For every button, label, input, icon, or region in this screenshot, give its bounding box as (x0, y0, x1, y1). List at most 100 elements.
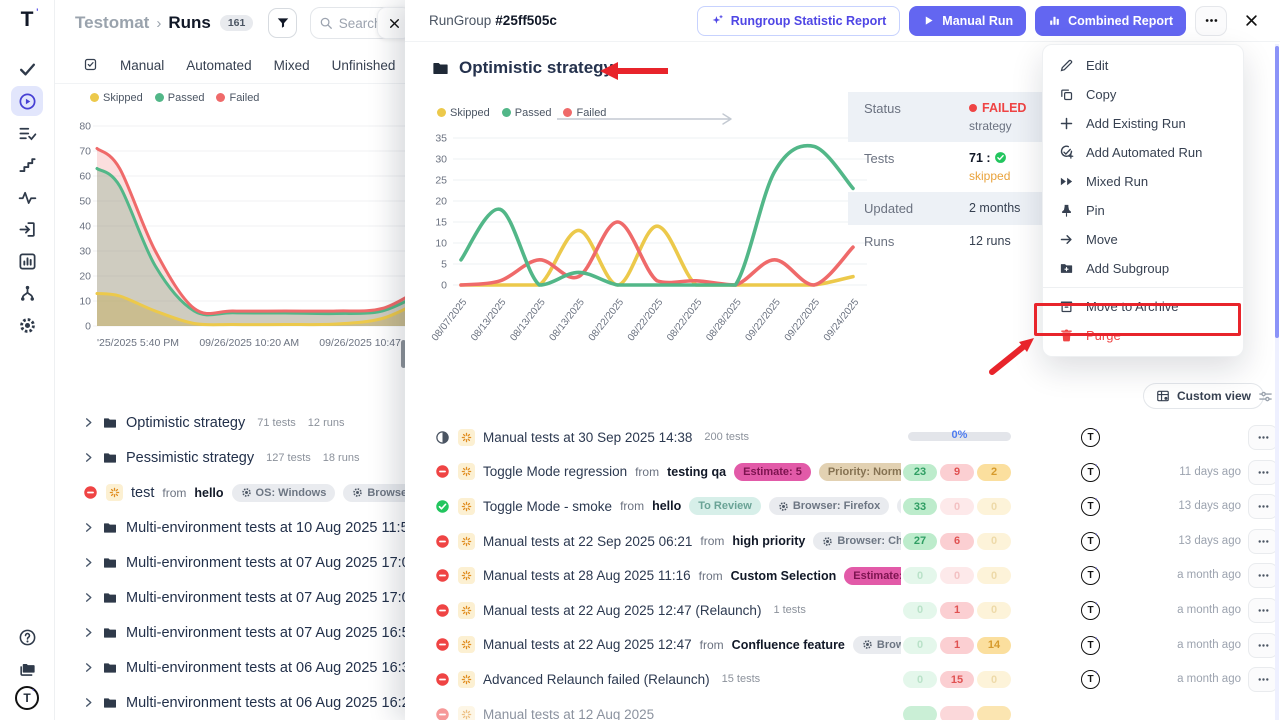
analytics-nav-icon[interactable] (11, 182, 43, 212)
run-actions-button[interactable] (1248, 563, 1278, 588)
chevron-right-icon[interactable] (83, 592, 94, 603)
modal-scrollbar-thumb[interactable] (1275, 46, 1279, 338)
chevron-right-icon[interactable] (83, 522, 94, 533)
group-label[interactable]: Pessimistic strategy (126, 450, 254, 466)
run-row-partial[interactable]: Manual tests at 12 Aug 2025 (405, 697, 1280, 720)
menu-item-add-subgroup[interactable]: Add Subgroup (1043, 254, 1243, 283)
projects-folders-icon[interactable] (11, 654, 43, 684)
run-actions-button[interactable] (1248, 494, 1278, 519)
tab-mixed[interactable]: Mixed (274, 58, 310, 73)
run-title[interactable]: Manual tests at 22 Aug 2025 12:47 (483, 637, 692, 652)
plans-nav-icon[interactable] (11, 118, 43, 148)
tree-row-multienv[interactable]: Multi-environment tests at 07 Aug 2025 1… (55, 545, 405, 580)
svg-text:10: 10 (79, 296, 91, 308)
menu-item-add-automated-run[interactable]: Add Automated Run (1043, 138, 1243, 167)
sparkle-icon (711, 14, 724, 27)
group-label[interactable]: Multi-environment tests at 06 Aug 2025 1… (126, 660, 405, 676)
custom-view-button[interactable]: Custom view (1143, 383, 1264, 409)
tree-row-multienv[interactable]: Multi-environment tests at 10 Aug 2025 1… (55, 510, 405, 545)
run-row[interactable]: Manual tests at 30 Sep 2025 14:38 200 te… (405, 420, 1280, 455)
to-review-badge: To Review (689, 497, 761, 515)
chevron-right-icon[interactable] (83, 662, 94, 673)
tests-nav-icon[interactable] (11, 54, 43, 84)
milestones-nav-icon[interactable] (11, 150, 43, 180)
gear-icon (822, 536, 833, 547)
run-row[interactable]: Manual tests at 22 Aug 2025 12:47 (Relau… (405, 593, 1280, 628)
run-title[interactable]: Manual tests at 30 Sep 2025 14:38 (483, 430, 692, 445)
run-actions-button[interactable] (1248, 460, 1278, 485)
menu-item-purge[interactable]: Purge (1043, 321, 1243, 350)
run-title[interactable]: Manual tests at 28 Aug 2025 11:16 (483, 568, 691, 583)
chevron-right-icon[interactable] (83, 557, 94, 568)
menu-item-pin[interactable]: Pin (1043, 196, 1243, 225)
menu-item-copy[interactable]: Copy (1043, 80, 1243, 109)
in-progress-status-icon (435, 430, 450, 445)
filter-button[interactable] (268, 8, 296, 38)
close-search-button[interactable] (377, 7, 405, 39)
run-row[interactable]: Manual tests at 22 Aug 2025 12:47 from C… (405, 628, 1280, 663)
background-chart-legend: Skipped Passed Failed (90, 92, 259, 104)
chevron-right-icon[interactable] (83, 452, 94, 463)
tab-automated[interactable]: Automated (186, 58, 251, 73)
tree-row-multienv[interactable]: Multi-environment tests at 07 Aug 2025 1… (55, 580, 405, 615)
run-actions-button[interactable] (1248, 529, 1278, 554)
menu-item-move[interactable]: Move (1043, 225, 1243, 254)
menu-item-add-existing-run[interactable]: Add Existing Run (1043, 109, 1243, 138)
run-row[interactable]: Toggle Mode - smoke from hello To Review… (405, 489, 1280, 524)
import-nav-icon[interactable] (11, 214, 43, 244)
run-actions-button[interactable] (1248, 598, 1278, 623)
run-label[interactable]: test (131, 485, 154, 501)
run-row[interactable]: Manual tests at 28 Aug 2025 11:16 from C… (405, 558, 1280, 593)
chevron-right-icon[interactable] (83, 417, 94, 428)
branches-nav-icon[interactable] (11, 278, 43, 308)
run-actions-button[interactable] (1248, 633, 1278, 658)
run-row[interactable]: Manual tests at 22 Sep 2025 06:21 from h… (405, 524, 1280, 559)
result-counts: 0150 (903, 671, 1011, 688)
help-icon[interactable] (11, 622, 43, 652)
rungroup-statistic-report-button[interactable]: Rungroup Statistic Report (697, 6, 901, 36)
run-title[interactable]: Manual tests at 22 Aug 2025 12:47 (Relau… (483, 603, 761, 618)
view-settings-sliders-icon[interactable] (1258, 389, 1273, 404)
group-label[interactable]: Multi-environment tests at 10 Aug 2025 1… (126, 520, 405, 536)
breadcrumb-app[interactable]: Testomat (75, 13, 149, 33)
tree-row-test[interactable]: test from hello OS: Windows Browser: Chr… (55, 475, 405, 510)
close-panel-button[interactable] (1236, 6, 1266, 36)
run-actions-button[interactable] (1248, 425, 1278, 450)
combined-report-button[interactable]: Combined Report (1035, 6, 1186, 36)
group-label[interactable]: Optimistic strategy (126, 415, 245, 431)
tree-row-optimistic[interactable]: Optimistic strategy 71 tests 12 runs (55, 405, 405, 440)
breadcrumb-separator: › (156, 15, 161, 32)
group-label[interactable]: Multi-environment tests at 07 Aug 2025 1… (126, 590, 405, 606)
tree-row-pessimistic[interactable]: Pessimistic strategy 127 tests 18 runs (55, 440, 405, 475)
project-logo-badge[interactable]: T' (15, 686, 39, 710)
group-label[interactable]: Multi-environment tests at 06 Aug 2025 1… (126, 695, 405, 711)
menu-item-edit[interactable]: Edit (1043, 51, 1243, 80)
menu-item-mixed-run[interactable]: Mixed Run (1043, 167, 1243, 196)
tree-row-multienv[interactable]: Multi-environment tests at 06 Aug 2025 1… (55, 685, 405, 720)
run-row[interactable]: Advanced Relaunch failed (Relaunch) 15 t… (405, 662, 1280, 697)
app-logo[interactable]: T' (21, 8, 34, 32)
run-title[interactable]: Toggle Mode regression (483, 464, 627, 479)
run-title[interactable]: Toggle Mode - smoke (483, 499, 612, 514)
tree-row-multienv[interactable]: Multi-environment tests at 07 Aug 2025 1… (55, 615, 405, 650)
settings-gear-icon[interactable] (11, 310, 43, 340)
chevron-right-icon[interactable] (83, 627, 94, 638)
group-label[interactable]: Multi-environment tests at 07 Aug 2025 1… (126, 555, 405, 571)
tree-row-multienv[interactable]: Multi-environment tests at 06 Aug 2025 1… (55, 650, 405, 685)
chevron-right-icon[interactable] (83, 697, 94, 708)
run-actions-button[interactable] (1248, 667, 1278, 692)
run-title[interactable]: Advanced Relaunch failed (Relaunch) (483, 672, 710, 687)
menu-item-move-to-archive[interactable]: Move to Archive (1043, 292, 1243, 321)
runs-nav-icon[interactable] (11, 86, 43, 116)
tab-manual[interactable]: Manual (120, 58, 164, 73)
more-actions-button[interactable] (1195, 6, 1227, 36)
tab-unfinished[interactable]: Unfinished (332, 58, 396, 73)
select-all-icon[interactable] (83, 57, 98, 75)
reports-nav-icon[interactable] (11, 246, 43, 276)
legend-passed: Passed (502, 107, 552, 119)
run-row[interactable]: Toggle Mode regression from testing qa E… (405, 455, 1280, 490)
manual-run-button[interactable]: Manual Run (909, 6, 1026, 36)
run-title[interactable]: Manual tests at 12 Aug 2025 (483, 707, 654, 720)
run-title[interactable]: Manual tests at 22 Sep 2025 06:21 (483, 534, 692, 549)
group-label[interactable]: Multi-environment tests at 07 Aug 2025 1… (126, 625, 405, 641)
